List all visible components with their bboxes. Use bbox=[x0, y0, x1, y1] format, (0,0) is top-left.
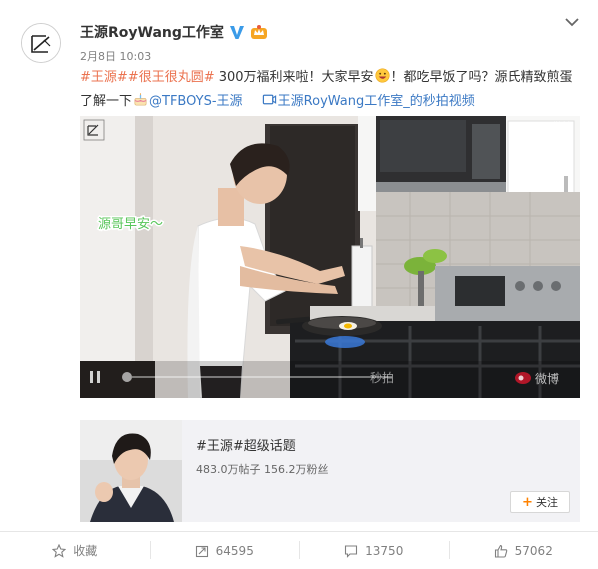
verified-icon bbox=[229, 26, 244, 39]
comment-icon bbox=[345, 544, 358, 558]
video-link-icon bbox=[262, 94, 276, 105]
crown-icon[interactable] bbox=[250, 24, 268, 40]
post-text: #王源##很王很丸圆# 300万福利来啦！大家早安 ！都吃早饭了吗？源氏精致煎蛋… bbox=[80, 66, 584, 114]
hashtag-henwang[interactable]: #很王很丸圆# bbox=[128, 70, 215, 85]
logo-icon bbox=[22, 24, 60, 62]
topic-stats: 483.0万帖子 156.2万粉丝 bbox=[196, 463, 329, 476]
topic-card[interactable]: #王源#超级话题 483.0万帖子 156.2万粉丝 + 关注 bbox=[80, 420, 580, 522]
video-watermark: @微博 bbox=[542, 120, 572, 133]
topic-photo bbox=[80, 420, 182, 522]
like-count: 57062 bbox=[514, 543, 553, 558]
video-frame: 源哥早安～ @微博 秒拍 微博 bbox=[80, 116, 580, 398]
favorite-label: 收藏 bbox=[73, 544, 98, 558]
author-row: 王源RoyWang工作室 bbox=[80, 21, 268, 43]
follow-button[interactable]: + 关注 bbox=[510, 491, 570, 513]
weibo-logo-icon bbox=[515, 372, 531, 384]
comment-count: 13750 bbox=[365, 543, 404, 558]
grin-emoji-icon bbox=[375, 68, 390, 83]
cake-emoji-icon bbox=[134, 92, 147, 106]
post-text-part1: 300万福利来啦！大家早安 bbox=[214, 70, 374, 85]
chevron-down-icon[interactable] bbox=[564, 16, 580, 28]
video-link[interactable]: 王源RoyWang工作室_的秒拍视频 bbox=[278, 94, 475, 109]
mention-link[interactable]: @TFBOYS-王源 bbox=[149, 94, 243, 109]
like-icon bbox=[494, 544, 507, 558]
plus-icon: + bbox=[522, 494, 533, 510]
repost-button[interactable]: 64595 bbox=[149, 532, 300, 569]
progress-bar[interactable] bbox=[132, 376, 392, 378]
author-avatar[interactable] bbox=[21, 23, 61, 63]
repost-count: 64595 bbox=[215, 543, 254, 558]
comment-button[interactable]: 13750 bbox=[299, 532, 449, 569]
weibo-post: 王源RoyWang工作室 2月8日 10:03 #王源##很王很丸圆# 300万… bbox=[0, 0, 598, 569]
repost-icon bbox=[195, 545, 208, 557]
progress-handle[interactable] bbox=[122, 372, 132, 382]
video-player[interactable]: 源哥早安～ @微博 秒拍 微博 bbox=[80, 116, 580, 398]
follow-label: 关注 bbox=[535, 496, 558, 509]
video-logo-text: 微博 bbox=[535, 371, 559, 386]
topic-title[interactable]: #王源#超级话题 bbox=[196, 435, 296, 454]
author-name[interactable]: 王源RoyWang工作室 bbox=[80, 22, 224, 42]
like-button[interactable]: 57062 bbox=[448, 532, 598, 569]
topic-thumbnail bbox=[80, 420, 182, 522]
post-date[interactable]: 2月8日 10:03 bbox=[80, 48, 151, 64]
hashtag-wangyuan[interactable]: #王源# bbox=[80, 70, 128, 85]
action-bar: 收藏 64595 13750 57062 bbox=[0, 532, 598, 569]
star-icon bbox=[52, 543, 67, 558]
video-caption: 源哥早安～ bbox=[98, 216, 163, 231]
favorite-button[interactable]: 收藏 bbox=[0, 532, 150, 569]
video-bottom-text: 秒拍 bbox=[370, 370, 394, 385]
